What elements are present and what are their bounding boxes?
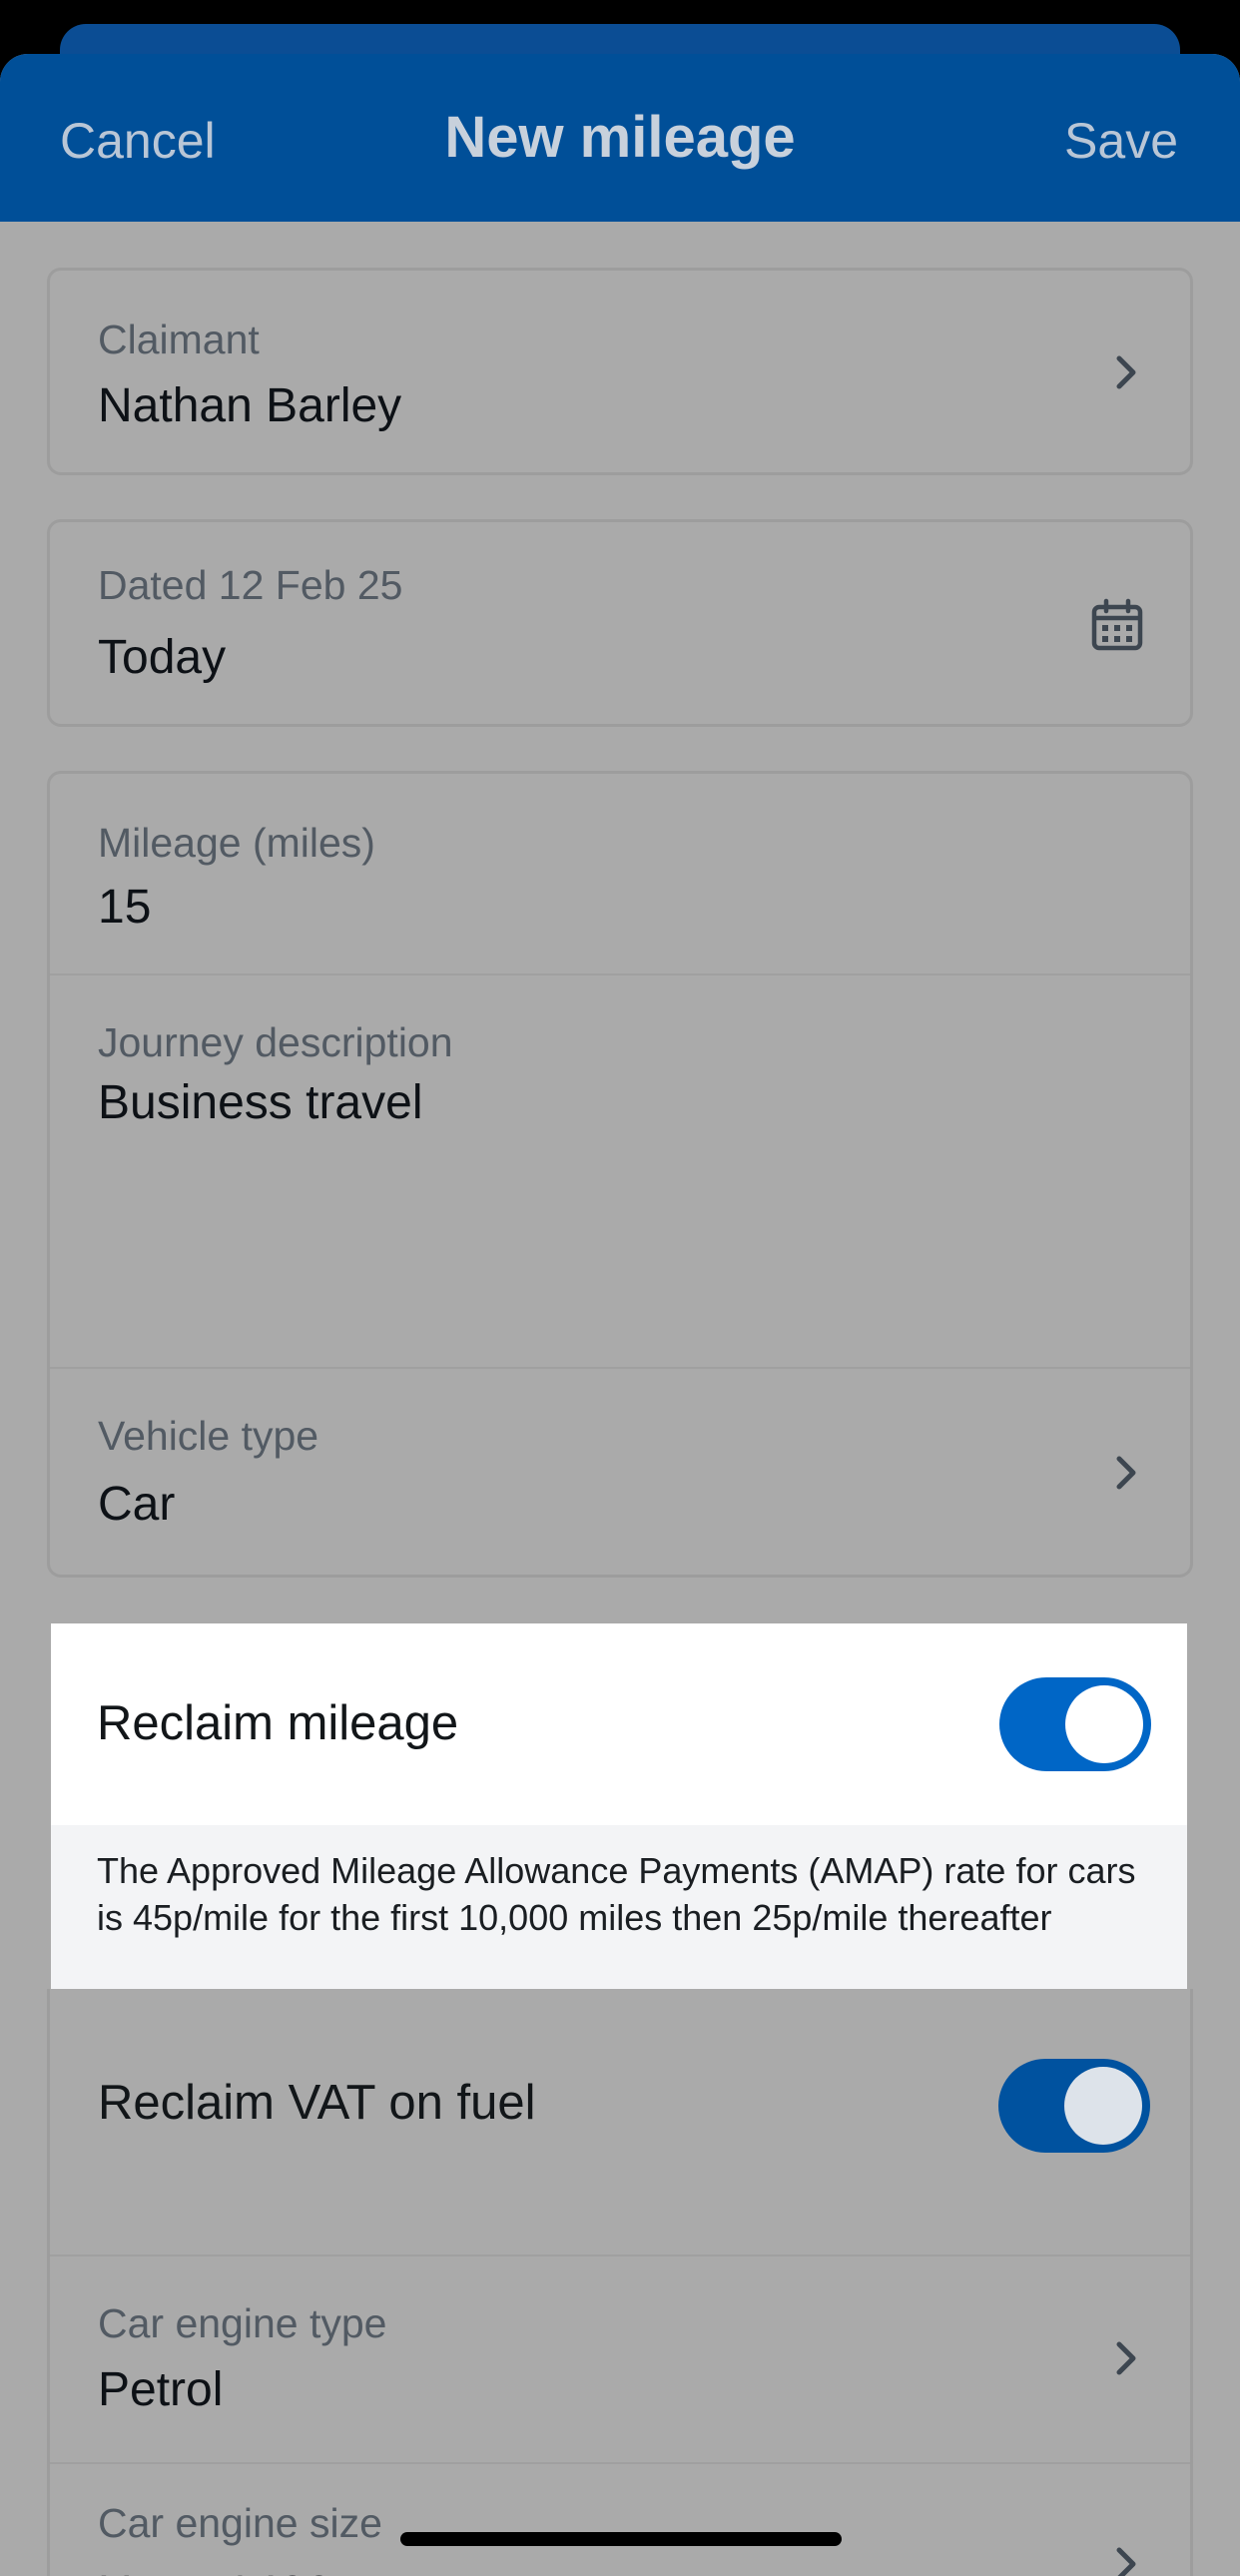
journey-label: Journey description bbox=[98, 1019, 453, 1065]
chevron-right-icon bbox=[1116, 2341, 1136, 2375]
journey-value: Business travel bbox=[98, 1076, 423, 1129]
mileage-label: Mileage (miles) bbox=[98, 820, 375, 866]
journey-details-group: Mileage (miles) 15 Journey description B… bbox=[47, 771, 1193, 1578]
date-label: Dated 12 Feb 25 bbox=[98, 562, 403, 608]
new-mileage-sheet: Cancel New mileage Save Claimant Nathan … bbox=[0, 54, 1240, 2576]
vehicle-type-label: Vehicle type bbox=[98, 1413, 319, 1459]
reclaim-vat-toggle[interactable] bbox=[998, 2059, 1150, 2153]
vehicle-type-row[interactable]: Vehicle type Car bbox=[50, 1369, 1190, 1579]
fuel-details-group: Reclaim VAT on fuel Car engine type Petr… bbox=[47, 1989, 1193, 2576]
engine-size-row[interactable]: Car engine size Up to 1400cc bbox=[50, 2464, 1190, 2576]
claimant-row[interactable]: Claimant Nathan Barley bbox=[47, 268, 1193, 475]
engine-size-value: Up to 1400cc bbox=[98, 2566, 380, 2576]
engine-type-row[interactable]: Car engine type Petrol bbox=[50, 2256, 1190, 2462]
reclaim-mileage-toggle[interactable] bbox=[999, 1677, 1151, 1771]
reclaim-vat-label: Reclaim VAT on fuel bbox=[98, 2076, 536, 2130]
vehicle-type-value: Car bbox=[98, 1478, 176, 1531]
engine-type-value: Petrol bbox=[98, 2363, 224, 2416]
claimant-value: Nathan Barley bbox=[98, 379, 402, 432]
home-indicator bbox=[400, 2532, 842, 2546]
calendar-icon[interactable] bbox=[1090, 598, 1144, 652]
journey-description-field[interactable]: Journey description Business travel bbox=[50, 975, 1190, 1365]
chevron-right-icon bbox=[1116, 2547, 1136, 2576]
toggle-knob bbox=[1064, 2067, 1142, 2145]
mileage-field[interactable]: Mileage (miles) 15 bbox=[50, 774, 1190, 973]
toggle-knob bbox=[1065, 1685, 1143, 1763]
nav-header: Cancel New mileage Save bbox=[0, 54, 1240, 222]
date-row[interactable]: Dated 12 Feb 25 Today bbox=[47, 519, 1193, 727]
reclaim-vat-row: Reclaim VAT on fuel bbox=[50, 1989, 1190, 2254]
claimant-label: Claimant bbox=[98, 317, 260, 362]
reclaim-mileage-label: Reclaim mileage bbox=[97, 1696, 459, 1750]
date-value: Today bbox=[98, 631, 227, 684]
reclaim-mileage-row: Reclaim mileage bbox=[51, 1623, 1187, 1825]
amap-info-text: The Approved Mileage Allowance Payments … bbox=[51, 1825, 1187, 1989]
engine-size-label: Car engine size bbox=[98, 2500, 382, 2546]
page-title: New mileage bbox=[444, 105, 796, 170]
chevron-right-icon bbox=[1116, 355, 1136, 389]
chevron-right-icon bbox=[1116, 1456, 1136, 1490]
save-button[interactable]: Save bbox=[1064, 112, 1178, 170]
mileage-value: 15 bbox=[98, 881, 152, 934]
engine-type-label: Car engine type bbox=[98, 2300, 387, 2346]
